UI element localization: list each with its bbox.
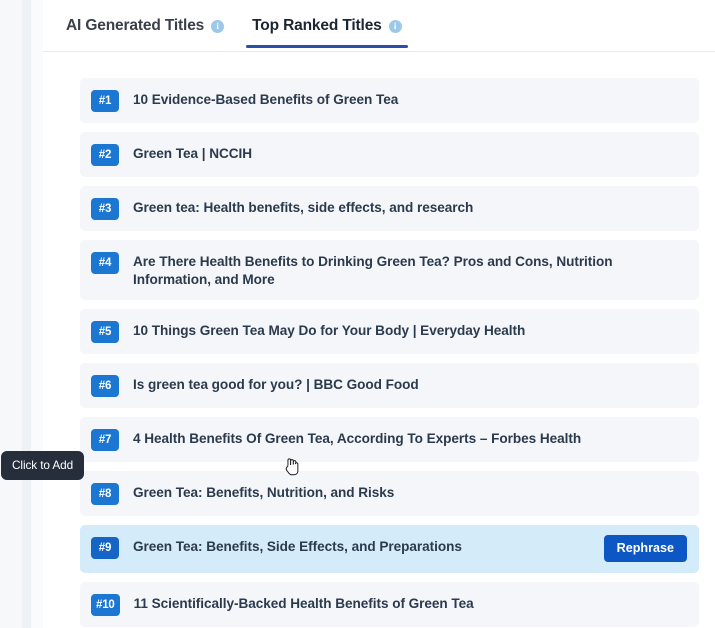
result-title: Is green tea good for you? | BBC Good Fo… [133, 377, 419, 393]
result-title: 10 Things Green Tea May Do for Your Body… [133, 323, 526, 339]
table-row[interactable]: #3 Green tea: Health benefits, side effec… [80, 186, 699, 231]
result-title: 10 Evidence-Based Benefits of Green Tea [133, 92, 399, 107]
result-title: Green Tea: Benefits, Side Effects, and P… [133, 539, 462, 555]
tab-label: AI Generated Titles [66, 17, 205, 34]
info-icon[interactable]: i [388, 19, 402, 33]
table-row[interactable]: #7 4 Health Benefits Of Green Tea, Accord… [80, 417, 699, 463]
titles-panel: AI Generated Titles i Top Ranked Titles i #… [43, 0, 715, 628]
rank-badge: #5 [91, 321, 119, 344]
app-root: AI Generated Titles i Top Ranked Titles i #… [0, 0, 715, 628]
rank-badge: #3 [91, 198, 119, 220]
tab-bar: AI Generated Titles i Top Ranked Titles i [43, 0, 715, 52]
table-row[interactable]: #5 10 Things Green Tea May Do for Your Bo… [80, 309, 699, 355]
result-title: Green Tea | NCCIH [133, 146, 253, 161]
result-title: Green tea: Health benefits, side effects… [133, 200, 474, 215]
rank-badge: #1 [91, 90, 119, 112]
info-icon[interactable]: i [211, 19, 225, 33]
tab-ai-generated-titles[interactable]: AI Generated Titles i [52, 0, 238, 52]
table-row[interactable]: #6 Is green tea good for you? | BBC Good … [80, 363, 699, 409]
table-row[interactable]: #9 Green Tea: Benefits, Side Effects, and… [80, 525, 699, 574]
ranked-titles-list: #1 10 Evidence-Based Benefits of Green Te… [43, 52, 715, 628]
left-divider-strip [22, 0, 31, 628]
left-sidebar-strip [0, 0, 22, 628]
result-title: Are There Health Benefits to Drinking Gr… [133, 254, 613, 288]
click-to-add-tooltip: Click to Add [1, 451, 85, 480]
table-row[interactable]: #8 Green Tea: Benefits, Nutrition, and Ri… [80, 471, 699, 517]
rank-badge: #7 [91, 429, 119, 452]
table-row[interactable]: #4 Are There Health Benefits to Drinking … [80, 240, 699, 301]
table-row[interactable]: #2 Green Tea | NCCIH [80, 132, 699, 177]
rank-badge: #8 [91, 483, 119, 506]
rank-badge: #10 [91, 594, 120, 617]
rank-badge: #6 [91, 375, 119, 398]
result-title: 11 Scientifically-Backed Health Benefits… [133, 596, 474, 612]
result-title: Green Tea: Benefits, Nutrition, and Risk… [133, 485, 395, 501]
tab-top-ranked-titles[interactable]: Top Ranked Titles i [238, 0, 416, 52]
table-row[interactable]: #10 11 Scientifically-Backed Health Benef… [80, 582, 699, 628]
table-row[interactable]: #1 10 Evidence-Based Benefits of Green Te… [80, 78, 699, 123]
rank-badge: #9 [91, 537, 119, 560]
left-gutter-strip [31, 0, 43, 628]
rephrase-button[interactable]: Rephrase [603, 535, 687, 563]
rank-badge: #4 [91, 252, 119, 274]
rank-badge: #2 [91, 144, 119, 166]
result-title: 4 Health Benefits Of Green Tea, Accordin… [133, 431, 582, 447]
tab-label: Top Ranked Titles [252, 17, 382, 34]
